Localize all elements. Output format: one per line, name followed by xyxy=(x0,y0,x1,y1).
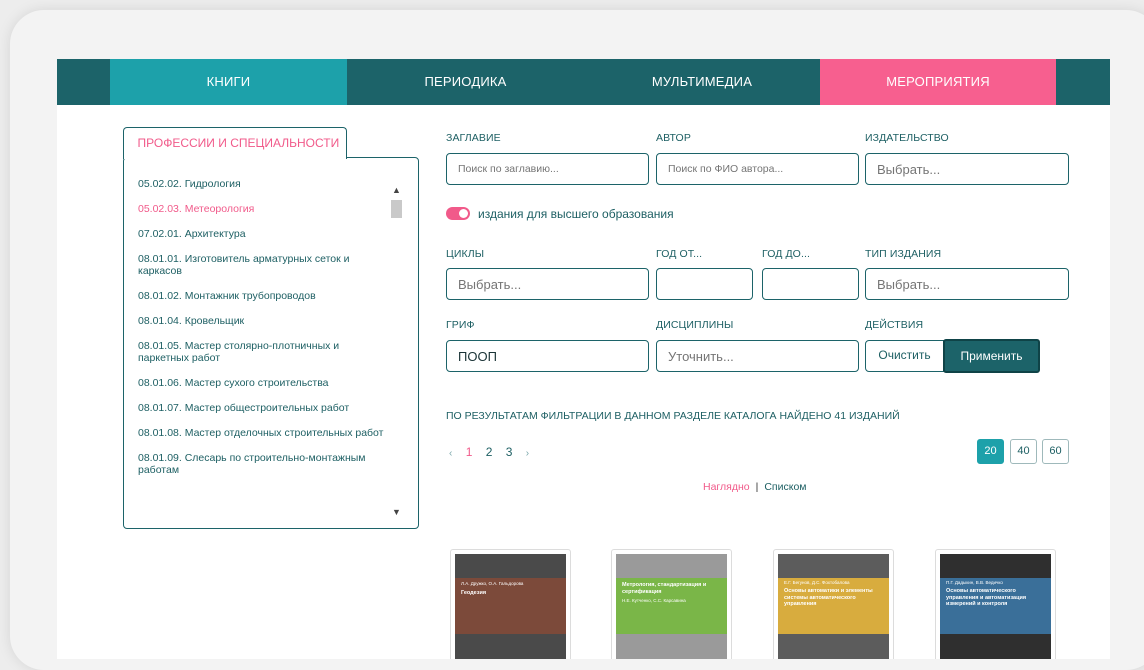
nav-spacer-left xyxy=(57,59,110,105)
higher-education-toggle-label: издания для высшего образования xyxy=(478,207,674,221)
author-search-input[interactable] xyxy=(656,153,859,185)
clear-button[interactable]: Очистить xyxy=(865,340,944,372)
page-link[interactable]: 3 xyxy=(506,445,513,459)
per-page-60-button[interactable]: 60 xyxy=(1042,439,1069,464)
year-to-label: ГОД ДО... xyxy=(762,248,810,260)
scroll-up-arrow-icon[interactable]: ▲ xyxy=(389,184,404,196)
grif-input[interactable] xyxy=(446,340,649,372)
toggle-knob xyxy=(459,209,468,218)
next-page-icon[interactable]: › xyxy=(526,448,529,459)
page-link[interactable]: 2 xyxy=(486,445,493,459)
author-label: АВТОР xyxy=(656,132,691,144)
view-separator: | xyxy=(755,481,759,493)
professions-panel: ПРОФЕССИИ И СПЕЦИАЛЬНОСТИ 05.02.02. Гидр… xyxy=(122,127,419,529)
profession-item[interactable]: 07.02.01. Архитектура xyxy=(138,228,390,240)
disciplines-label: ДИСЦИПЛИНЫ xyxy=(656,319,734,331)
professions-scrollbar[interactable]: ▲ ▼ xyxy=(389,184,404,518)
profession-item[interactable]: 08.01.06. Мастер сухого строительства xyxy=(138,377,390,389)
title-search-input[interactable] xyxy=(446,153,649,185)
tab-events[interactable]: МЕРОПРИЯТИЯ xyxy=(820,59,1056,105)
top-navigation: КНИГИ ПЕРИОДИКА МУЛЬТИМЕДИА МЕРОПРИЯТИЯ xyxy=(57,59,1110,105)
per-page-40-button[interactable]: 40 xyxy=(1010,439,1037,464)
book-authors: П.Г. Дадыкин, В.В. Ведичко xyxy=(946,580,1003,585)
results-summary: ПО РЕЗУЛЬТАТАМ ФИЛЬТРАЦИИ В ДАННОМ РАЗДЕ… xyxy=(446,410,900,422)
tab-periodicals[interactable]: ПЕРИОДИКА xyxy=(347,59,584,105)
book-cover-automation: Е.Г. Бегунов, Д.С. Фохтобалова Основы ав… xyxy=(778,554,889,659)
publisher-select[interactable] xyxy=(865,153,1069,185)
profession-item-selected[interactable]: 05.02.03. Метеорология xyxy=(138,203,390,215)
scroll-thumb[interactable] xyxy=(391,200,402,218)
view-visual-link[interactable]: Наглядно xyxy=(703,481,750,493)
professions-tab[interactable]: ПРОФЕССИИ И СПЕЦИАЛЬНОСТИ xyxy=(122,127,347,159)
book-title: Геодезия xyxy=(461,590,487,596)
per-page-20-button[interactable]: 20 xyxy=(977,439,1004,464)
book-card[interactable]: Л.А. Дружко, О.А. Гальдорова Геодезия xyxy=(450,549,571,659)
publication-type-label: ТИП ИЗДАНИЯ xyxy=(865,248,942,260)
book-title: Основы автоматики и элементы системы авт… xyxy=(784,588,873,607)
disciplines-input[interactable] xyxy=(656,340,859,372)
scroll-down-arrow-icon[interactable]: ▼ xyxy=(389,506,404,518)
profession-item[interactable]: 08.01.01. Изготовитель арматурных сеток … xyxy=(138,253,390,277)
tab-books[interactable]: КНИГИ xyxy=(110,59,347,105)
apply-button[interactable]: Применить xyxy=(943,339,1040,373)
profession-item[interactable]: 08.01.09. Слесарь по строительно-монтажн… xyxy=(138,452,390,476)
profession-item[interactable]: 05.02.02. Гидрология xyxy=(138,178,390,190)
tab-multimedia[interactable]: МУЛЬТИМЕДИА xyxy=(584,59,820,105)
title-label: ЗАГЛАВИЕ xyxy=(446,132,501,144)
book-card[interactable]: Е.Г. Бегунов, Д.С. Фохтобалова Основы ав… xyxy=(773,549,894,659)
grif-label: ГРИФ xyxy=(446,319,475,331)
prev-page-icon[interactable]: ‹ xyxy=(449,448,452,459)
book-card[interactable]: Метрология, стандартизация и сертификаци… xyxy=(611,549,732,659)
publisher-label: ИЗДАТЕЛЬСТВО xyxy=(865,132,949,144)
book-cover-metrology: Метрология, стандартизация и сертификаци… xyxy=(616,554,727,659)
profession-item[interactable]: 08.01.07. Мастер общестроительных работ xyxy=(138,402,390,414)
book-authors: Е.Г. Бегунов, Д.С. Фохтобалова xyxy=(784,580,850,585)
book-cover-control: П.Г. Дадыкин, В.В. Ведичко Основы автома… xyxy=(940,554,1051,659)
cycles-select[interactable] xyxy=(446,268,649,300)
year-from-input[interactable] xyxy=(656,268,753,300)
higher-education-toggle[interactable] xyxy=(446,207,470,220)
profession-item[interactable]: 08.01.08. Мастер отделочных строительных… xyxy=(138,427,390,439)
actions-label: ДЕЙСТВИЯ xyxy=(865,319,924,331)
cover-band xyxy=(455,578,566,634)
page-link-current[interactable]: 1 xyxy=(466,445,473,459)
pagination: ‹ 1 2 3 › xyxy=(449,445,539,459)
year-from-label: ГОД ОТ... xyxy=(656,248,703,260)
profession-item[interactable]: 08.01.04. Кровельщик xyxy=(138,315,390,327)
book-authors: Н.Е. Кутченко, С.С. Карсавина xyxy=(622,598,686,603)
view-list-link[interactable]: Списком xyxy=(764,481,806,493)
book-authors: Л.А. Дружко, О.А. Гальдорова xyxy=(461,581,524,586)
view-mode-switch: Наглядно | Списком xyxy=(703,481,807,493)
book-title: Основы автоматического управления и авто… xyxy=(946,588,1027,607)
catalog-screen: КНИГИ ПЕРИОДИКА МУЛЬТИМЕДИА МЕРОПРИЯТИЯ … xyxy=(57,59,1110,659)
profession-item[interactable]: 08.01.05. Мастер столярно-плотничных и п… xyxy=(138,340,390,364)
publication-type-select[interactable] xyxy=(865,268,1069,300)
book-title: Метрология, стандартизация и сертификаци… xyxy=(622,582,707,595)
book-card[interactable]: П.Г. Дадыкин, В.В. Ведичко Основы автома… xyxy=(935,549,1056,659)
book-cover-geodesy: Л.А. Дружко, О.А. Гальдорова Геодезия xyxy=(455,554,566,659)
cycles-label: ЦИКЛЫ xyxy=(446,248,485,260)
profession-item[interactable]: 08.01.02. Монтажник трубопроводов xyxy=(138,290,390,302)
professions-list: 05.02.02. Гидрология 05.02.03. Метеороло… xyxy=(138,178,390,489)
year-to-input[interactable] xyxy=(762,268,859,300)
